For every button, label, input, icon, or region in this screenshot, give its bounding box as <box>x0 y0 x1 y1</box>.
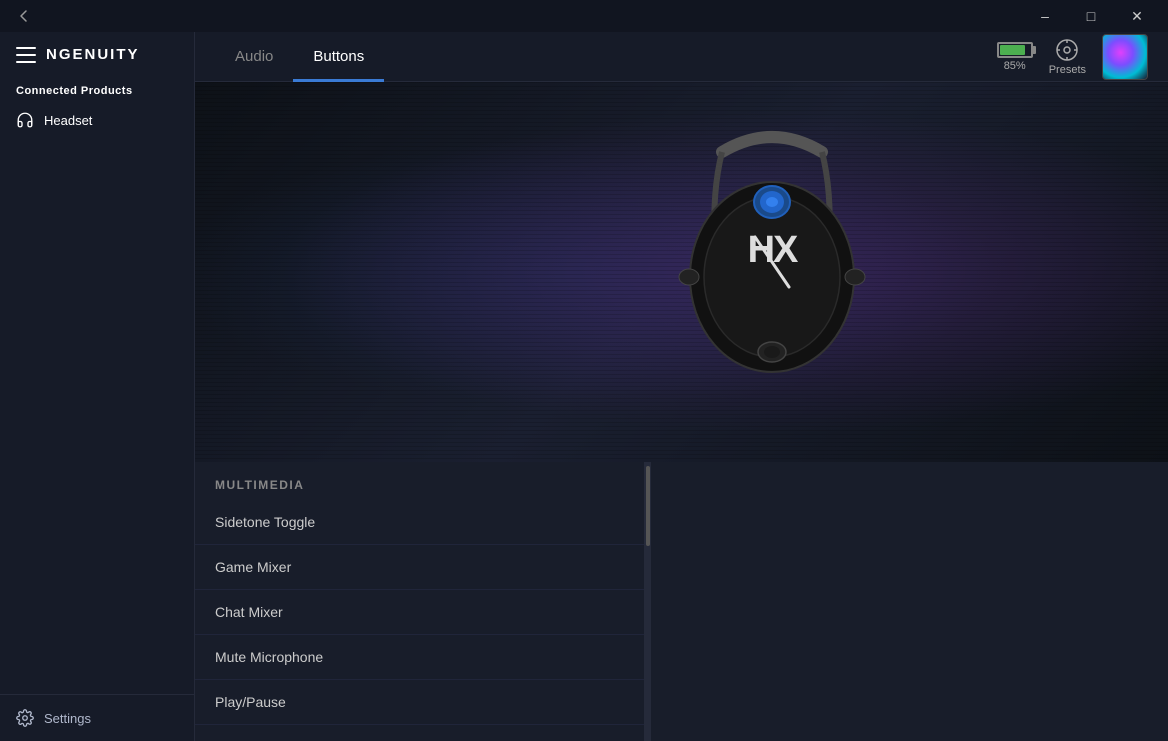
minimize-button[interactable]: – <box>1022 0 1068 32</box>
list-item-chat-mixer[interactable]: Chat Mixer <box>195 590 644 635</box>
list-item-mute-microphone[interactable]: Mute Microphone <box>195 635 644 680</box>
battery-fill <box>1000 45 1026 55</box>
presets-label: Presets <box>1049 64 1086 76</box>
headset-product-image: HX <box>637 112 907 412</box>
headset-icon <box>16 111 34 129</box>
connected-products-label: Connected Products <box>0 77 194 101</box>
titlebar-left <box>8 4 40 28</box>
settings-icon <box>16 709 34 727</box>
settings-item[interactable]: Settings <box>0 694 194 741</box>
right-panel <box>651 462 1168 741</box>
sidebar-item-headset[interactable]: Headset <box>0 101 194 139</box>
maximize-button[interactable]: □ <box>1068 0 1114 32</box>
topbar: Audio Buttons 85% <box>195 32 1168 82</box>
list-item-game-mixer[interactable]: Game Mixer <box>195 545 644 590</box>
main-content: Audio Buttons 85% <box>195 32 1168 741</box>
preset-thumbnail[interactable] <box>1102 34 1148 80</box>
app-body: NGENUITY Connected Products Headset Sett… <box>0 32 1168 741</box>
sidebar-header: NGENUITY <box>0 32 194 77</box>
window-controls: – □ ✕ <box>1022 0 1160 32</box>
presets-icon <box>1055 38 1079 62</box>
list-item-next[interactable]: Next <box>195 725 644 741</box>
tab-bar: Audio Buttons <box>215 32 384 82</box>
battery-percent: 85% <box>1004 60 1026 72</box>
titlebar: – □ ✕ <box>0 0 1168 32</box>
back-button[interactable] <box>8 4 40 28</box>
list-item-play-pause[interactable]: Play/Pause <box>195 680 644 725</box>
headset-area: HX <box>195 82 1168 462</box>
close-button[interactable]: ✕ <box>1114 0 1160 32</box>
multimedia-section-header: MULTIMEDIA <box>195 462 644 500</box>
scrollbar-thumb[interactable] <box>646 466 650 546</box>
list-panel: MULTIMEDIA Sidetone Toggle Game Mixer Ch… <box>195 462 645 741</box>
list-item-sidetone-toggle[interactable]: Sidetone Toggle <box>195 500 644 545</box>
lower-panel: MULTIMEDIA Sidetone Toggle Game Mixer Ch… <box>195 462 1168 741</box>
sidebar: NGENUITY Connected Products Headset Sett… <box>0 32 195 741</box>
hamburger-icon[interactable] <box>16 47 36 63</box>
topbar-right: 85% Presets <box>997 34 1148 80</box>
battery-icon <box>997 42 1033 58</box>
tab-audio[interactable]: Audio <box>215 34 293 82</box>
headset-label: Headset <box>44 113 92 128</box>
brand-name: NGENUITY <box>46 46 140 63</box>
settings-label: Settings <box>44 711 91 726</box>
headset-image-wrapper: HX <box>622 92 922 432</box>
tab-buttons[interactable]: Buttons <box>293 34 384 82</box>
battery-section: 85% <box>997 42 1033 72</box>
presets-section[interactable]: Presets <box>1049 38 1086 76</box>
